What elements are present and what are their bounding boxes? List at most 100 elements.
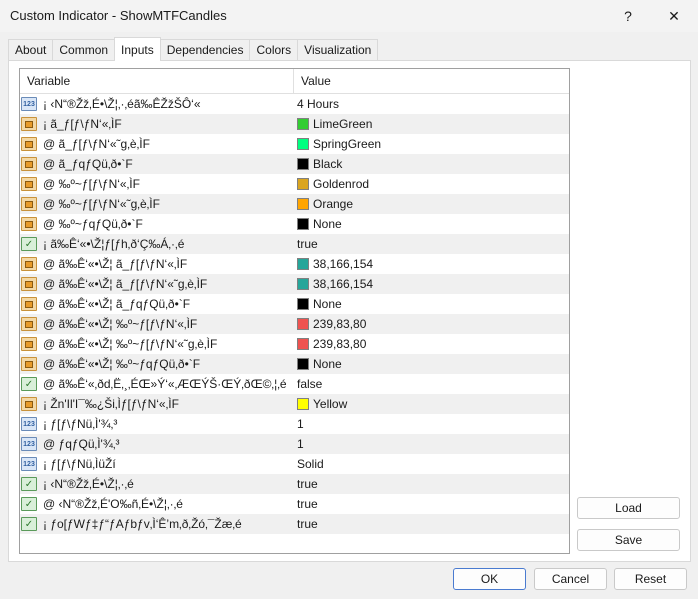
ok-button[interactable]: OK (453, 568, 526, 590)
value-text: None (313, 217, 342, 231)
input-row[interactable]: @ ‰º~ƒ[ƒ\ƒN‘«‚ÌF Goldenrod (20, 174, 569, 194)
value-cell[interactable]: 239,83,80 (294, 314, 569, 334)
inputs-grid: Variable Value 123 ¡ ‹N“®Žž‚É•\Ž¦‚·‚éã‰ÊŽ… (19, 68, 570, 554)
input-row[interactable]: @ ã_ƒ[ƒ\ƒN‘«˜g‚è‚ÌF SpringGreen (20, 134, 569, 154)
color-param-icon (21, 277, 37, 291)
variable-cell: @ ‰º~ƒ[ƒ\ƒN‘«˜g‚è‚ÌF (20, 194, 294, 214)
input-row[interactable]: 123 ¡ ‹N“®Žž‚É•\Ž¦‚·‚éã‰ÊŽžŠÔ‘« 4 Hours (20, 94, 569, 114)
value-cell[interactable]: Yellow (294, 394, 569, 414)
value-cell[interactable]: true (294, 514, 569, 534)
value-cell[interactable]: 239,83,80 (294, 334, 569, 354)
value-cell[interactable]: Goldenrod (294, 174, 569, 194)
input-row[interactable]: 123 @ ƒqƒQü‚Ì'¾‚³ 1 (20, 434, 569, 454)
bool-param-icon: ✓ (21, 517, 37, 531)
close-button[interactable]: ✕ (652, 0, 696, 32)
input-row[interactable]: @ ã_ƒqƒQü‚ð•`F Black (20, 154, 569, 174)
value-cell[interactable]: None (294, 354, 569, 374)
value-cell[interactable]: None (294, 214, 569, 234)
variable-name: @ ã‰Ê‘«‚ðd‚Ë‚¸‚ÉŒ»Ý‘«‚ÆŒÝŠ·ŒÝ‚ðŒ©‚¦‚é (43, 377, 287, 391)
value-cell[interactable]: LimeGreen (294, 114, 569, 134)
variable-name: @ ã‰Ê‘«•\Ž¦ ã_ƒqƒQü‚ð•`F (43, 297, 191, 311)
input-row[interactable]: @ ã‰Ê‘«•\Ž¦ ‰º~ƒ[ƒ\ƒN‘«˜g‚è‚ÌF 239,83,80 (20, 334, 569, 354)
input-row[interactable]: ¡ ã_ƒ[ƒ\ƒN‘«‚ÌF LimeGreen (20, 114, 569, 134)
input-row[interactable]: ✓ @ ‹N“®Žž‚É'O‰ñ‚É•\Ž¦‚·‚é true (20, 494, 569, 514)
tab-colors[interactable]: Colors (249, 39, 299, 60)
input-row[interactable]: ✓ ¡ ƒo[ƒWƒ‡ƒ“ƒAƒbƒv‚Ì‘Ê’m‚ð‚Žó‚¯Žæ‚é true (20, 514, 569, 534)
value-text: Orange (313, 197, 354, 211)
color-swatch (297, 138, 309, 150)
bool-param-icon: ✓ (21, 497, 37, 511)
input-row[interactable]: @ ã‰Ê‘«•\Ž¦ ã_ƒ[ƒ\ƒN‘«˜g‚è‚ÌF 38,166,154 (20, 274, 569, 294)
input-row[interactable]: ¡ Žn'Il'I¯‰¿Ši‚Ìƒ[ƒ\ƒN‘«‚ÌF Yellow (20, 394, 569, 414)
value-cell[interactable]: 38,166,154 (294, 274, 569, 294)
variable-cell: @ ã‰Ê‘«•\Ž¦ ‰º~ƒ[ƒ\ƒN‘«‚ÌF (20, 314, 294, 334)
variable-cell: @ ‰º~ƒqƒQü‚ð•`F (20, 214, 294, 234)
value-cell[interactable]: false (294, 374, 569, 394)
variable-name: @ ‰º~ƒ[ƒ\ƒN‘«‚ÌF (43, 177, 140, 191)
input-row[interactable]: @ ã‰Ê‘«•\Ž¦ ã_ƒ[ƒ\ƒN‘«‚ÌF 38,166,154 (20, 254, 569, 274)
input-row[interactable]: ✓ @ ã‰Ê‘«‚ðd‚Ë‚¸‚ÉŒ»Ý‘«‚ÆŒÝŠ·ŒÝ‚ðŒ©‚¦‚é fa… (20, 374, 569, 394)
value-cell[interactable]: 4 Hours (294, 94, 569, 114)
reset-button[interactable]: Reset (614, 568, 687, 590)
color-param-icon (21, 257, 37, 271)
load-button[interactable]: Load (577, 497, 680, 519)
color-param-icon (21, 397, 37, 411)
value-cell[interactable]: Black (294, 154, 569, 174)
color-param-icon (21, 317, 37, 331)
numeric-param-icon: 123 (21, 97, 37, 111)
value-cell[interactable]: true (294, 234, 569, 254)
color-param-icon (21, 137, 37, 151)
input-row[interactable]: 123 ¡ ƒ[ƒ\ƒNü‚ÌüŽí Solid (20, 454, 569, 474)
value-text: false (297, 377, 323, 391)
value-text: 4 Hours (297, 97, 340, 111)
cancel-button[interactable]: Cancel (534, 568, 607, 590)
column-header-value[interactable]: Value (294, 69, 569, 93)
bool-param-icon: ✓ (21, 237, 37, 251)
value-cell[interactable]: true (294, 494, 569, 514)
value-text: None (313, 297, 342, 311)
tab-visualization[interactable]: Visualization (297, 39, 379, 60)
tab-inputs[interactable]: Inputs (114, 37, 161, 61)
value-cell[interactable]: 1 (294, 434, 569, 454)
variable-cell: ✓ ¡ ã‰Ê‘«•\Ž¦ƒ[ƒh‚ð‘Ç‰Á‚·‚é (20, 234, 294, 254)
bool-param-icon: ✓ (21, 377, 37, 391)
help-icon: ? (624, 8, 632, 24)
value-cell[interactable]: Orange (294, 194, 569, 214)
value-text: 239,83,80 (313, 337, 367, 351)
close-icon: ✕ (668, 7, 680, 24)
bool-param-icon: ✓ (21, 477, 37, 491)
tab-dependencies[interactable]: Dependencies (159, 39, 251, 60)
input-row[interactable]: ✓ ¡ ã‰Ê‘«•\Ž¦ƒ[ƒh‚ð‘Ç‰Á‚·‚é true (20, 234, 569, 254)
value-cell[interactable]: true (294, 474, 569, 494)
variable-cell: @ ã‰Ê‘«•\Ž¦ ã_ƒqƒQü‚ð•`F (20, 294, 294, 314)
input-row[interactable]: @ ã‰Ê‘«•\Ž¦ ‰º~ƒ[ƒ\ƒN‘«‚ÌF 239,83,80 (20, 314, 569, 334)
variable-cell: ✓ ¡ ƒo[ƒWƒ‡ƒ“ƒAƒbƒv‚Ì‘Ê’m‚ð‚Žó‚¯Žæ‚é (20, 514, 294, 534)
value-text: Yellow (313, 397, 348, 411)
value-text: true (297, 497, 318, 511)
input-row[interactable]: @ ‰º~ƒ[ƒ\ƒN‘«˜g‚è‚ÌF Orange (20, 194, 569, 214)
save-button[interactable]: Save (577, 529, 680, 551)
value-cell[interactable]: Solid (294, 454, 569, 474)
value-text: 239,83,80 (313, 317, 367, 331)
value-cell[interactable]: SpringGreen (294, 134, 569, 154)
tab-common[interactable]: Common (52, 39, 116, 60)
value-text: true (297, 517, 318, 531)
column-header-variable[interactable]: Variable (20, 69, 294, 93)
value-cell[interactable]: 1 (294, 414, 569, 434)
variable-name: @ ƒqƒQü‚Ì'¾‚³ (43, 437, 120, 451)
input-row[interactable]: @ ã‰Ê‘«•\Ž¦ ‰º~ƒqƒQü‚ð•`F None (20, 354, 569, 374)
input-row[interactable]: @ ‰º~ƒqƒQü‚ð•`F None (20, 214, 569, 234)
window-title: Custom Indicator - ShowMTFCandles (10, 8, 227, 23)
value-cell[interactable]: None (294, 294, 569, 314)
color-swatch (297, 118, 309, 130)
input-row[interactable]: 123 ¡ ƒ[ƒ\ƒNü‚Ì'¾‚³ 1 (20, 414, 569, 434)
input-row[interactable]: ✓ ¡ ‹N“®Žž‚É•\Ž¦‚·‚é true (20, 474, 569, 494)
variable-cell: @ ã‰Ê‘«•\Ž¦ ‰º~ƒqƒQü‚ð•`F (20, 354, 294, 374)
tab-about[interactable]: About (8, 39, 54, 60)
input-row[interactable]: @ ã‰Ê‘«•\Ž¦ ã_ƒqƒQü‚ð•`F None (20, 294, 569, 314)
value-cell[interactable]: 38,166,154 (294, 254, 569, 274)
value-text: 38,166,154 (313, 277, 374, 291)
variable-cell: @ ã‰Ê‘«•\Ž¦ ‰º~ƒ[ƒ\ƒN‘«˜g‚è‚ÌF (20, 334, 294, 354)
color-param-icon (21, 217, 37, 231)
help-button[interactable]: ? (606, 0, 650, 32)
